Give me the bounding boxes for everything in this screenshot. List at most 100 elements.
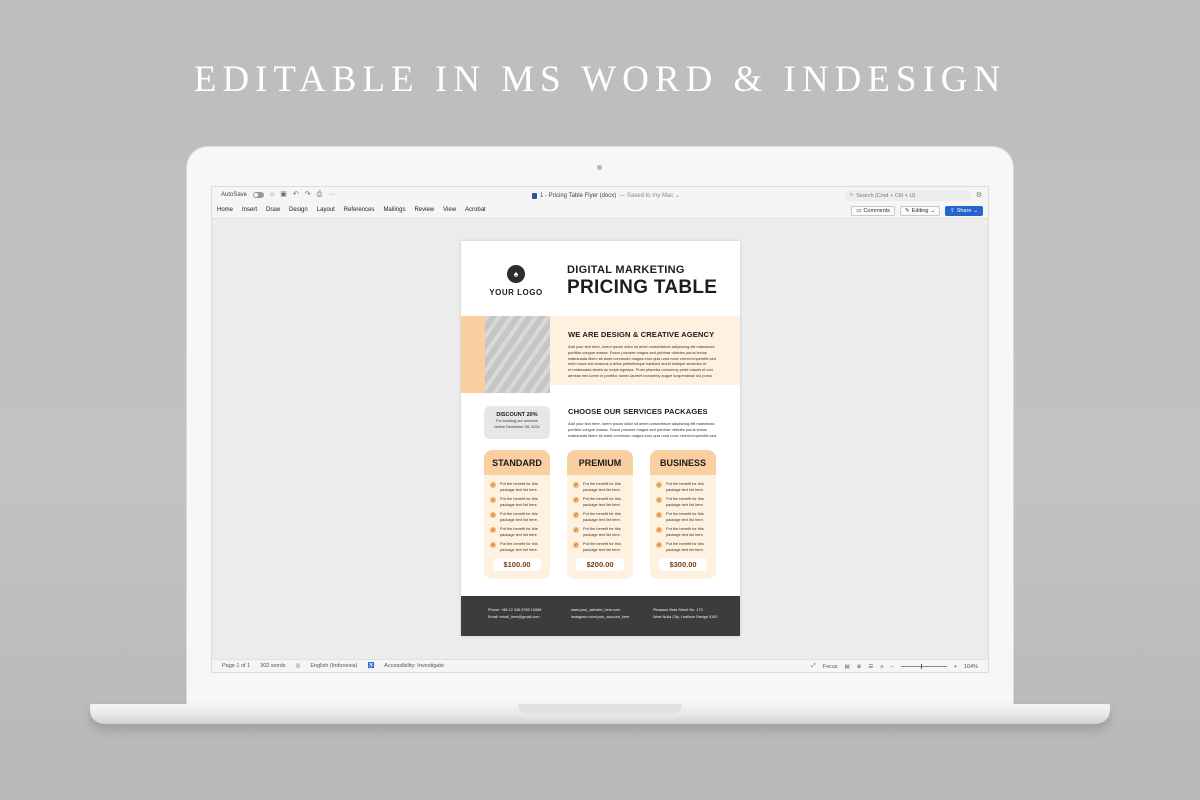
tab-view[interactable]: View — [443, 207, 456, 213]
benefit-text: package text list here. — [666, 546, 704, 552]
outline-icon[interactable]: ☰ — [868, 664, 873, 670]
word-window: AutoSave ⌂ ▣ ↶ ↷ ⎙ ··· 1 - Pricing Table… — [211, 186, 989, 673]
status-bar: Page 1 of 1 302 words ◎ English (Indones… — [212, 659, 988, 672]
benefit-text: package text list here. — [500, 516, 538, 522]
accessibility-status[interactable]: Accessibility: Investigate — [384, 663, 444, 669]
benefit-text: package text list here. — [583, 531, 621, 537]
settings-icon[interactable]: ⚙ — [976, 191, 982, 199]
autosave-label: AutoSave — [221, 192, 248, 198]
web-layout-icon[interactable]: ⊕ — [857, 664, 862, 670]
text-line: porttitor congue massa. Fusce posuere ma… — [568, 349, 707, 355]
ribbon: Home Insert Draw Design Layout Reference… — [212, 204, 988, 219]
print-layout-icon[interactable]: ▤ — [845, 664, 850, 670]
benefit-item: ✓ Put the benefit for this package text li… — [573, 541, 629, 552]
tab-insert[interactable]: Insert — [242, 207, 257, 213]
benefit-text: package text list here. — [500, 531, 538, 537]
document-title[interactable]: 1 - Pricing Table Flyer (docx) — [540, 193, 616, 199]
search-box[interactable]: ⌕ Search (Cmd + Ctrl + U) — [845, 190, 971, 201]
check-icon: ✓ — [490, 497, 496, 503]
home-icon[interactable]: ⌂ — [270, 191, 274, 198]
comments-button[interactable]: ▭ Comments — [851, 206, 896, 216]
check-icon: ✓ — [573, 542, 579, 548]
language[interactable]: English (Indonesia) — [310, 663, 357, 669]
benefit-item: ✓ Put the benefit for this package text li… — [490, 496, 546, 507]
saved-status[interactable]: — Saved to my Mac ⌄ — [619, 192, 680, 199]
footer-instagram: instagram.com/your_account_here — [571, 614, 630, 619]
draft-icon[interactable]: ≡ — [880, 664, 883, 670]
package-card-premium: PREMIUM ✓ Put the benefit for this package… — [567, 450, 633, 579]
benefit-item: ✓ Put the benefit for this package text li… — [656, 481, 712, 492]
pencil-icon: ✎ — [905, 208, 910, 214]
benefit-text: package text list here. — [500, 546, 538, 552]
benefit-item: ✓ Put the benefit for this package text li… — [490, 481, 546, 492]
package-price: $200.00 — [576, 558, 624, 571]
benefit-text: package text list here. — [500, 486, 538, 492]
text-line: malesuada libero sit amet commodo magna … — [568, 432, 717, 438]
package-price: $100.00 — [493, 558, 541, 571]
editing-button[interactable]: ✎ Editing ⌄ — [900, 206, 941, 216]
tab-home[interactable]: Home — [217, 207, 233, 213]
page-count[interactable]: Page 1 of 1 — [222, 663, 250, 669]
package-name: STANDARD — [484, 450, 550, 475]
zoom-slider[interactable] — [900, 664, 947, 669]
benefit-text: package text list here. — [666, 516, 704, 522]
footer-phone: Phone: +88 12 345 6789 10088 — [488, 608, 542, 612]
check-icon: ✓ — [656, 527, 662, 533]
image-placeholder[interactable] — [485, 316, 550, 393]
check-icon: ✓ — [490, 527, 496, 533]
focus-button[interactable]: Focus — [823, 664, 838, 670]
orange-band — [461, 316, 485, 393]
tab-design[interactable]: Design — [289, 207, 308, 213]
benefit-item: ✓ Put the benefit for this package text li… — [573, 481, 629, 492]
autosave-toggle[interactable] — [253, 192, 265, 198]
text-line: Add your text here, lorem ipsum dolor si… — [568, 344, 715, 349]
save-icon[interactable]: ▣ — [280, 191, 287, 198]
benefit-text: package text list here. — [666, 501, 704, 507]
benefit-item: ✓ Put the benefit for this package text li… — [656, 526, 712, 537]
text-line: porttitor congue massa. Fusce posuere ma… — [568, 426, 707, 432]
comment-icon: ▭ — [856, 208, 862, 214]
tab-draw[interactable]: Draw — [266, 207, 280, 213]
flyer-title: PRICING TABLE — [567, 277, 718, 298]
footer-address-line: West Nulla City, Leaflove Design 5100 — [653, 614, 718, 619]
search-icon: ⌕ — [850, 192, 854, 198]
tab-layout[interactable]: Layout — [317, 207, 335, 213]
package-name: BUSINESS — [650, 450, 716, 475]
check-icon: ✓ — [490, 512, 496, 518]
benefit-item: ✓ Put the benefit for this package text li… — [573, 496, 629, 507]
zoom-out-icon[interactable]: − — [890, 664, 893, 670]
webcam — [597, 165, 602, 170]
document-page[interactable]: ♠ YOUR LOGO DIGITAL MARKETING PRICING TA… — [461, 241, 740, 636]
text-line: Add your text here, lorem ipsum dolor si… — [568, 421, 715, 426]
redo-icon[interactable]: ↷ — [305, 191, 311, 198]
benefit-item: ✓ Put the benefit for this package text li… — [656, 511, 712, 522]
flyer-footer: Phone: +88 12 345 6789 10088 Email: emai… — [461, 596, 740, 636]
zoom-in-icon[interactable]: + — [954, 664, 957, 670]
tab-references[interactable]: References — [344, 207, 375, 213]
editing-label: Editing — [911, 208, 929, 214]
check-icon: ✓ — [656, 497, 662, 503]
undo-icon[interactable]: ↶ — [293, 191, 299, 198]
package-price: $300.00 — [659, 558, 707, 571]
tab-review[interactable]: Review — [414, 207, 434, 213]
benefit-item: ✓ Put the benefit for this package text li… — [490, 526, 546, 537]
proofing-icon[interactable]: ◎ — [296, 663, 301, 669]
check-icon: ✓ — [656, 482, 662, 488]
tab-mailings[interactable]: Mailings — [383, 207, 405, 213]
print-icon[interactable]: ⎙ — [317, 191, 323, 198]
check-icon: ✓ — [490, 542, 496, 548]
more-icon[interactable]: ··· — [328, 191, 335, 198]
check-icon: ✓ — [656, 512, 662, 518]
title-bar: AutoSave ⌂ ▣ ↶ ↷ ⎙ ··· 1 - Pricing Table… — [212, 187, 988, 204]
tab-acrobat[interactable]: Acrobat — [465, 207, 486, 213]
chevron-down-icon: ⌄ — [973, 208, 978, 214]
zoom-level[interactable]: 104% — [964, 664, 978, 670]
check-icon: ✓ — [573, 527, 579, 533]
word-count[interactable]: 302 words — [260, 663, 285, 669]
benefit-text: package text list here. — [583, 501, 621, 507]
share-button[interactable]: ⇪ Share ⌄ — [945, 206, 983, 216]
benefit-item: ✓ Put the benefit for this package text li… — [490, 541, 546, 552]
check-icon: ✓ — [573, 512, 579, 518]
footer-contact: Phone: +88 12 345 6789 10088 Email: emai… — [488, 607, 541, 620]
package-name: PREMIUM — [567, 450, 633, 475]
